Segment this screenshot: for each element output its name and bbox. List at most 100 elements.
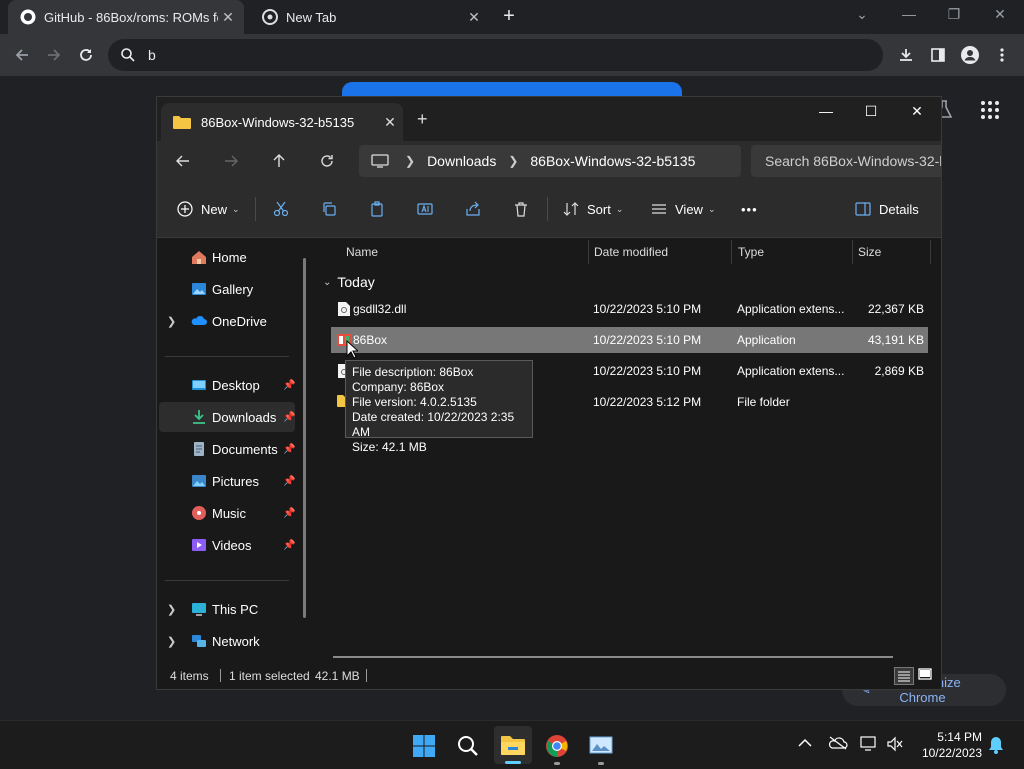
breadcrumb[interactable]: ❯ Downloads ❯ 86Box-Windows-32-b5135: [359, 145, 741, 177]
explorer-tab[interactable]: 86Box-Windows-32-b5135 ✕: [161, 103, 403, 141]
tab-search-icon[interactable]: ⌄: [850, 6, 874, 23]
menu-icon[interactable]: [990, 43, 1014, 67]
chrome-taskbar-icon[interactable]: [544, 733, 570, 759]
up-icon[interactable]: [269, 151, 289, 171]
pin-icon[interactable]: 📌: [283, 540, 295, 551]
sidebar-scrollbar[interactable]: [303, 258, 306, 618]
more-options-button[interactable]: •••: [741, 199, 758, 219]
back-icon[interactable]: [173, 151, 193, 171]
details-view-icon[interactable]: [894, 667, 914, 685]
taskbar-clock[interactable]: 5:14 PM 10/22/2023: [916, 729, 982, 761]
chevron-right-icon[interactable]: ❯: [167, 315, 176, 328]
view-button[interactable]: View ⌄: [651, 199, 716, 219]
search-input[interactable]: Search 86Box-Windows-32-b5135: [751, 145, 941, 177]
start-icon[interactable]: [411, 733, 437, 759]
tab-github[interactable]: GitHub - 86Box/roms: ROMs for t ✕: [8, 0, 244, 34]
sidebar-item-label: OneDrive: [212, 313, 267, 329]
clipboard-icon: [371, 201, 383, 217]
onedrive-offline-icon[interactable]: [828, 736, 848, 753]
sidebar-item-downloads[interactable]: Downloads 📌: [159, 402, 295, 432]
new-button[interactable]: New ⌄: [177, 199, 240, 219]
close-icon[interactable]: ✕: [464, 9, 484, 26]
download-icon[interactable]: [894, 43, 918, 67]
sidebar-item-label: Videos: [212, 537, 252, 553]
large-icons-view-icon[interactable]: [916, 667, 934, 683]
search-icon[interactable]: [455, 733, 481, 759]
pin-icon[interactable]: 📌: [283, 412, 295, 423]
refresh-icon[interactable]: [317, 151, 337, 171]
sidebar-item-documents[interactable]: Documents 📌: [159, 434, 295, 464]
sidebar-item-gallery[interactable]: Gallery: [159, 274, 295, 304]
close-icon[interactable]: ✕: [377, 114, 403, 131]
mouse-cursor-icon: [346, 339, 360, 360]
breadcrumb-current-folder[interactable]: 86Box-Windows-32-b5135: [530, 153, 695, 169]
file-tooltip: File description: 86Box Company: 86Box F…: [345, 360, 533, 454]
table-row[interactable]: 86Box 10/22/2023 5:10 PM Application 43,…: [331, 327, 928, 353]
column-header-date[interactable]: Date modified: [594, 238, 668, 266]
column-divider[interactable]: [588, 240, 589, 264]
app-taskbar-icon[interactable]: [588, 733, 614, 759]
chevron-right-icon[interactable]: ❯: [167, 603, 176, 616]
details-button[interactable]: Details: [855, 199, 919, 219]
sidebar-item-home[interactable]: Home: [159, 242, 295, 272]
close-window-icon[interactable]: ✕: [902, 103, 932, 120]
pin-icon[interactable]: 📌: [283, 476, 295, 487]
chevron-up-icon[interactable]: [798, 736, 812, 751]
rename-button[interactable]: [417, 199, 433, 219]
group-header-today[interactable]: ⌄ Today: [323, 274, 375, 290]
table-row[interactable]: gsdll32.dll 10/22/2023 5:10 PM Applicati…: [331, 296, 928, 322]
share-icon: [466, 201, 480, 216]
back-icon[interactable]: [10, 43, 34, 67]
forward-icon[interactable]: [221, 151, 241, 171]
tab-new-tab[interactable]: New Tab ✕: [250, 0, 490, 34]
volume-muted-icon[interactable]: [886, 736, 904, 755]
column-divider[interactable]: [852, 240, 853, 264]
breadcrumb-downloads[interactable]: Downloads: [427, 153, 496, 169]
share-button[interactable]: [465, 199, 481, 219]
horizontal-scrollbar[interactable]: [333, 656, 893, 658]
minimize-icon[interactable]: —: [897, 6, 921, 22]
sidebar-item-music[interactable]: Music 📌: [159, 498, 295, 528]
pin-icon[interactable]: 📌: [283, 508, 295, 519]
column-header-name[interactable]: Name: [346, 238, 378, 266]
column-header-type[interactable]: Type: [738, 238, 764, 266]
forward-icon[interactable]: [42, 43, 66, 67]
close-window-icon[interactable]: ✕: [988, 6, 1012, 23]
copy-button[interactable]: [321, 199, 337, 219]
maximize-icon[interactable]: ☐: [856, 103, 886, 120]
sidebar-item-this-pc[interactable]: ❯ This PC: [159, 594, 295, 624]
pin-icon[interactable]: 📌: [283, 444, 295, 455]
chevron-right-icon[interactable]: ❯: [167, 635, 176, 648]
close-icon[interactable]: ✕: [218, 9, 238, 26]
sidebar-item-pictures[interactable]: Pictures 📌: [159, 466, 295, 496]
file-explorer-taskbar-icon[interactable]: [494, 726, 532, 764]
column-header-size[interactable]: Size: [858, 238, 881, 266]
delete-button[interactable]: [513, 199, 529, 219]
divider: [220, 669, 221, 682]
address-bar[interactable]: b: [108, 39, 883, 71]
sidebar-item-videos[interactable]: Videos 📌: [159, 530, 295, 560]
github-icon: [20, 9, 36, 25]
display-icon[interactable]: [860, 736, 878, 755]
details-pane-icon: [855, 202, 871, 216]
column-divider[interactable]: [731, 240, 732, 264]
apps-grid-icon[interactable]: [980, 100, 1000, 120]
reload-icon[interactable]: [74, 43, 98, 67]
side-panel-icon[interactable]: [926, 43, 950, 67]
sidebar-item-network[interactable]: ❯ Network: [159, 626, 295, 656]
sort-button[interactable]: Sort ⌄: [563, 199, 623, 219]
new-tab-button[interactable]: +: [417, 109, 428, 130]
download-icon: [191, 409, 207, 425]
restore-icon[interactable]: ❐: [942, 6, 966, 23]
profile-icon[interactable]: [958, 43, 982, 67]
pin-icon[interactable]: 📌: [283, 380, 295, 391]
sidebar-item-desktop[interactable]: Desktop 📌: [159, 370, 295, 400]
notification-bell-icon[interactable]: [988, 736, 1004, 757]
file-type: Application extens...: [737, 302, 845, 316]
column-divider[interactable]: [930, 240, 931, 264]
minimize-icon[interactable]: —: [811, 103, 841, 119]
paste-button[interactable]: [369, 199, 385, 219]
sidebar-item-onedrive[interactable]: ❯ OneDrive: [159, 306, 295, 336]
new-tab-button[interactable]: +: [498, 6, 520, 28]
cut-button[interactable]: [273, 199, 289, 219]
